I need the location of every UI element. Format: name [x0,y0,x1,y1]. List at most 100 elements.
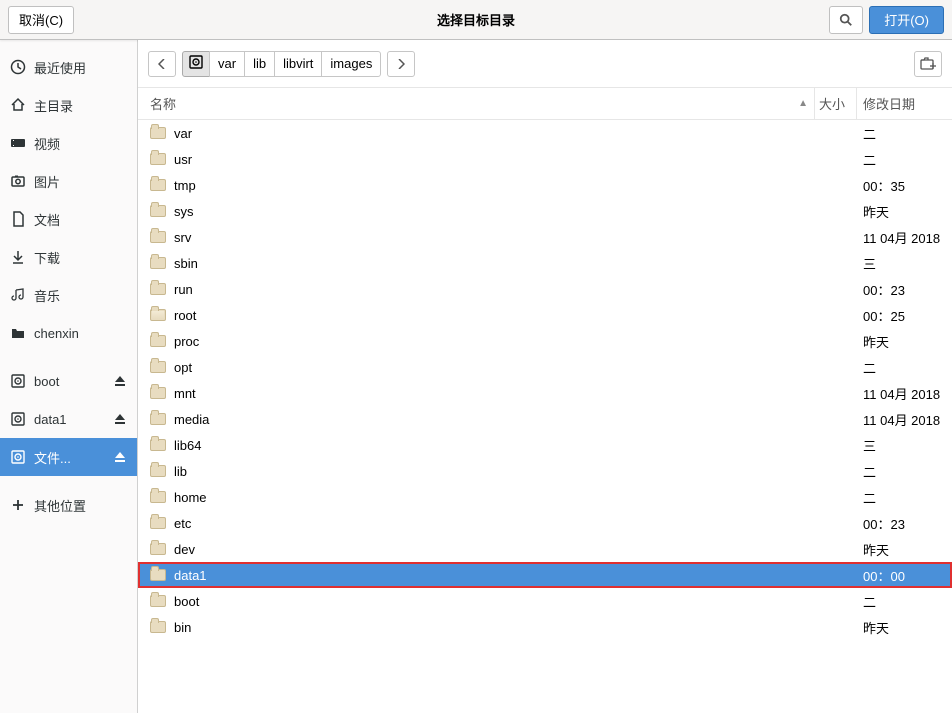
folder-icon [150,179,166,191]
file-row[interactable]: root00：25 [138,302,952,328]
path-segment-var[interactable]: var [209,51,245,77]
sidebar-item-chenxin[interactable]: chenxin [0,314,137,352]
path-back-button[interactable] [148,51,176,77]
sidebar-item-图片[interactable]: 图片 [0,162,137,200]
path-segment-images[interactable]: images [321,51,381,77]
download-icon [10,249,26,265]
folder-icon [150,231,166,243]
search-icon [839,13,853,27]
sidebar-item-label: 视频 [34,134,127,153]
folder-icon [150,309,166,321]
file-name: usr [174,152,192,167]
eject-icon[interactable] [113,374,127,388]
sidebar-item-data1[interactable]: data1 [0,400,137,438]
cancel-button[interactable]: 取消(C) [8,6,74,34]
file-date: 二 [857,592,952,611]
sidebar-item-主目录[interactable]: 主目录 [0,86,137,124]
file-row[interactable]: media11 04月 2018 [138,406,952,432]
file-row[interactable]: data100：00 [138,562,952,588]
file-date: 00：23 [857,514,952,533]
path-forward-button[interactable] [387,51,415,77]
sidebar-item-视频[interactable]: 视频 [0,124,137,162]
sidebar-item-boot[interactable]: boot [0,362,137,400]
file-name: lib64 [174,438,201,453]
folder-icon [150,361,166,373]
file-date: 二 [857,358,952,377]
photo-icon [10,173,26,189]
sidebar-item-label: 文件... [34,448,105,467]
sort-indicator-icon: ▲ [798,98,808,109]
column-headers: 名称▲ 大小 修改日期 [138,88,952,120]
column-modified[interactable]: 修改日期 [857,88,952,119]
file-row[interactable]: proc昨天 [138,328,952,354]
file-name: opt [174,360,192,375]
doc-icon [10,211,26,227]
file-name: etc [174,516,191,531]
disk-icon [10,449,26,465]
folder-icon [150,335,166,347]
file-name: home [174,490,207,505]
file-row[interactable]: sbin三 [138,250,952,276]
eject-icon[interactable] [113,450,127,464]
file-name: var [174,126,192,141]
music-icon [10,287,26,303]
file-row[interactable]: dev昨天 [138,536,952,562]
sidebar-item-label: data1 [34,412,105,427]
eject-icon[interactable] [113,412,127,426]
file-row[interactable]: srv11 04月 2018 [138,224,952,250]
sidebar-item-下载[interactable]: 下载 [0,238,137,276]
file-date: 00：00 [857,566,952,585]
sidebar-item-文件...[interactable]: 文件... [0,438,137,476]
file-list[interactable]: var二usr二tmp00：35sys昨天srv11 04月 2018sbin三… [138,120,952,713]
file-row[interactable]: tmp00：35 [138,172,952,198]
file-row[interactable]: home二 [138,484,952,510]
file-row[interactable]: lib64三 [138,432,952,458]
video-icon [10,135,26,151]
file-row[interactable]: boot二 [138,588,952,614]
sidebar-item-label: 图片 [34,172,127,191]
file-row[interactable]: mnt11 04月 2018 [138,380,952,406]
file-date: 00：23 [857,280,952,299]
file-row[interactable]: run 00：23 [138,276,952,302]
column-name[interactable]: 名称▲ [138,88,815,119]
folder-icon [150,621,166,633]
file-date: 二 [857,150,952,169]
clock-icon [10,59,26,75]
sidebar-item-其他位置[interactable]: 其他位置 [0,486,137,524]
file-name: sys [174,204,194,219]
file-row[interactable]: etc 00：23 [138,510,952,536]
file-row[interactable]: bin昨天 [138,614,952,640]
disk-icon [10,411,26,427]
path-segment-disk[interactable] [182,51,210,77]
file-row[interactable]: lib二 [138,458,952,484]
dialog-title: 选择目标目录 [0,10,952,29]
file-date: 昨天 [857,540,952,559]
chevron-left-icon [158,59,166,69]
search-button[interactable] [829,6,863,34]
file-row[interactable]: usr 二 [138,146,952,172]
sidebar-item-label: boot [34,374,105,389]
file-name: sbin [174,256,198,271]
sidebar-item-label: 最近使用 [34,58,127,77]
file-row[interactable]: opt 二 [138,354,952,380]
create-folder-button[interactable] [914,51,942,77]
sidebar-item-label: 其他位置 [34,496,127,515]
path-segment-libvirt[interactable]: libvirt [274,51,322,77]
column-size[interactable]: 大小 [815,88,857,119]
new-folder-icon [920,57,936,71]
folder-icon [150,205,166,217]
folder-icon [10,325,26,341]
folder-icon [150,465,166,477]
sidebar-item-最近使用[interactable]: 最近使用 [0,48,137,86]
open-button[interactable]: 打开(O) [869,6,944,34]
file-row[interactable]: var二 [138,120,952,146]
path-segment-lib[interactable]: lib [244,51,275,77]
file-date: 昨天 [857,618,952,637]
file-name: run [174,282,193,297]
file-date: 11 04月 2018 [857,384,952,403]
folder-icon [150,413,166,425]
sidebar-item-文档[interactable]: 文档 [0,200,137,238]
sidebar-item-音乐[interactable]: 音乐 [0,276,137,314]
file-row[interactable]: sys昨天 [138,198,952,224]
chevron-right-icon [397,59,405,69]
